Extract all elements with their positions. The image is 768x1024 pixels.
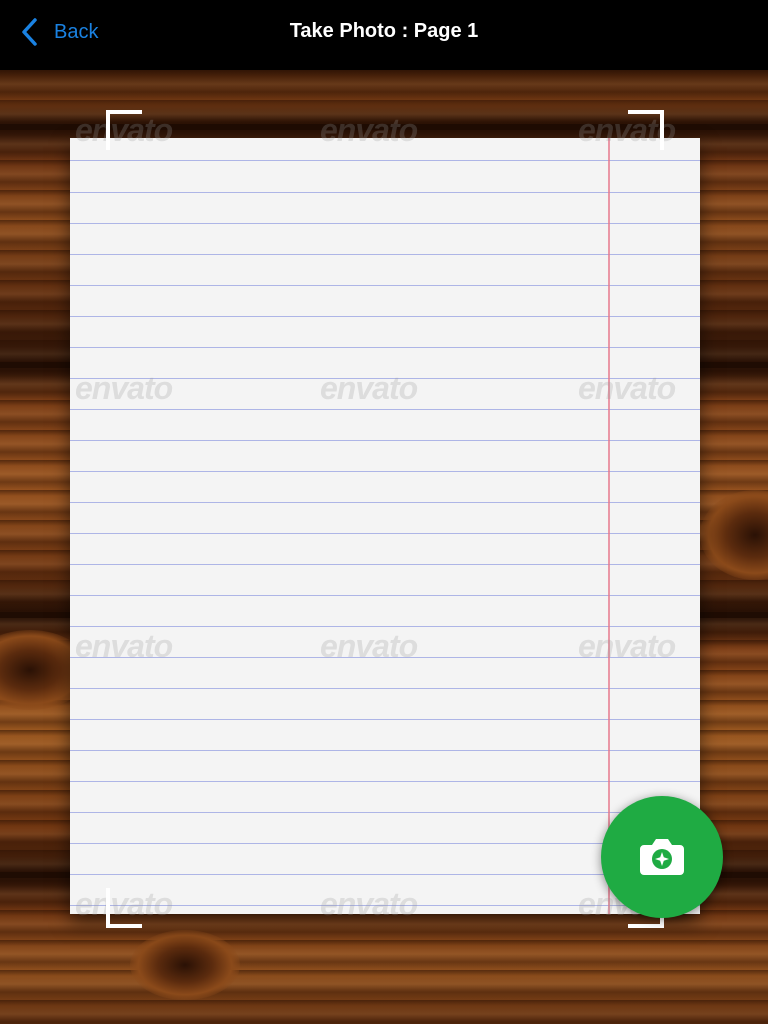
lined-paper-document [70,138,700,914]
page-title: Take Photo : Page 1 [289,20,479,42]
wood-knot [700,490,768,580]
capture-photo-button[interactable] [601,796,723,918]
frame-corner-top-right [628,110,664,150]
frame-corner-top-left [106,110,142,150]
navigation-bar: Back Take Photo : Page 1 [0,0,768,70]
frame-corner-bottom-left [106,888,142,928]
camera-icon [640,839,684,875]
wood-knot [130,930,240,1000]
